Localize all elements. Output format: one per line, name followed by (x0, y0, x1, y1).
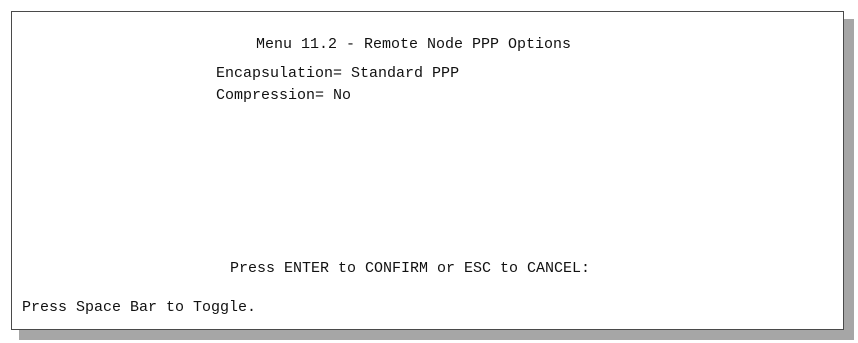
compression-label: Compression= (216, 87, 325, 104)
compression-value[interactable]: No (333, 87, 351, 104)
encapsulation-value[interactable]: Standard PPP (351, 65, 459, 82)
help-text: Press Space Bar to Toggle. (22, 299, 257, 316)
terminal-screen: Menu 11.2 - Remote Node PPP Options Enca… (11, 11, 844, 330)
encapsulation-field[interactable]: Encapsulation= Standard PPP (216, 65, 459, 83)
menu-title: Menu 11.2 - Remote Node PPP Options (256, 36, 572, 53)
confirm-prompt: Press ENTER to CONFIRM or ESC to CANCEL: (230, 260, 591, 277)
encapsulation-label: Encapsulation= (216, 65, 343, 82)
compression-field[interactable]: Compression= No (216, 87, 351, 105)
